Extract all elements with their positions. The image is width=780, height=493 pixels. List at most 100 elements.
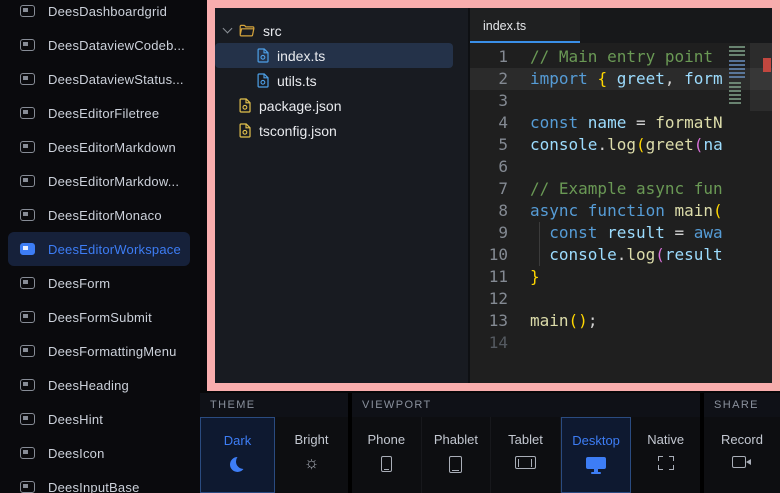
code-line: 5console.log(greet(na [470,134,772,156]
component-icon [20,209,35,221]
sidebar-item-deesformsubmit[interactable]: DeesFormSubmit [8,300,190,334]
sidebar-item-label: DeesEditorMarkdow... [48,174,179,189]
sidebar-item-deesdataviewstatus[interactable]: DeesDataviewStatus... [8,62,190,96]
file-tree: src index.ts utils.ts [215,8,470,383]
sidebar-item-label: DeesEditorFiletree [48,106,159,121]
sidebar-item-deeshint[interactable]: DeesHint [8,402,190,436]
viewport-native-button[interactable]: Native [631,417,700,493]
sidebar-item-label: DeesEditorMonaco [48,208,162,223]
sidebar-item-deeseditormonaco[interactable]: DeesEditorMonaco [8,198,190,232]
phablet-icon [449,456,462,473]
component-icon [20,379,35,391]
theme-dark-button[interactable]: Dark [200,417,275,493]
component-icon [20,311,35,323]
component-icon [20,345,35,357]
code-area[interactable]: 1// Main entry point 2import { greet, fo… [470,43,772,383]
component-icon [20,39,35,51]
sidebar-item-deeseditorworkspace[interactable]: DeesEditorWorkspace [8,232,190,266]
code-line: 11} [470,266,772,288]
component-icon [20,73,35,85]
phone-icon [381,456,392,472]
json-file-icon [239,98,251,113]
tab-index-ts[interactable]: index.ts [470,8,580,43]
tree-file-label: tsconfig.json [259,123,337,139]
component-icon [20,107,35,119]
sidebar-item-deesicon[interactable]: DeesIcon [8,436,190,470]
tab-label: index.ts [483,19,526,33]
app-root: DeesDashboardgrid DeesDataviewCodeb... D… [0,0,780,493]
json-file-icon [239,123,251,138]
scrollbar-thumb[interactable] [750,43,772,111]
sidebar-item-deeseditormarkdown[interactable]: DeesEditorMarkdown [8,130,190,164]
viewport-tablet-button[interactable]: Tablet [491,417,561,493]
viewport-phone-button[interactable]: Phone [352,417,422,493]
properties-toolbar: THEME Dark Bright ☼ VIEWPORT Phone [200,393,780,493]
sidebar-item-deeseditormarkdow2[interactable]: DeesEditorMarkdow... [8,164,190,198]
minimap-block [729,46,745,56]
overview-ruler-marker [763,58,771,72]
sidebar-item-label: DeesDashboardgrid [48,4,167,19]
sidebar-item-label: DeesIcon [48,446,105,461]
tree-file-utils-ts[interactable]: utils.ts [215,68,468,93]
code-line: 14 [470,332,772,354]
viewport-phablet-button[interactable]: Phablet [422,417,492,493]
sidebar-item-label: DeesDataviewCodeb... [48,38,185,53]
code-line: 10 console.log(result [470,244,772,266]
sidebar-item-deesheading[interactable]: DeesHeading [8,368,190,402]
tree-file-tsconfig-json[interactable]: tsconfig.json [215,118,468,143]
tree-file-label: utils.ts [277,73,317,89]
sidebar-item-label: DeesHeading [48,378,129,393]
viewport-section-title: VIEWPORT [352,393,700,417]
sidebar-item-label: DeesDataviewStatus... [48,72,184,87]
code-line: 8async function main( [470,200,772,222]
tree-file-label: index.ts [277,48,325,64]
theme-bright-button[interactable]: Bright ☼ [275,417,348,493]
sidebar-item-label: DeesInputBase [48,480,140,493]
viewport-desktop-button[interactable]: Desktop [561,417,632,493]
indent-guide [539,222,540,266]
code-line-current: 2import { greet, form [470,68,772,90]
sidebar-item-label: DeesForm [48,276,110,291]
sidebar-item-deesform[interactable]: DeesForm [8,266,190,300]
sidebar-item-label: DeesEditorMarkdown [48,140,176,155]
component-icon [20,141,35,153]
code-line: 1// Main entry point [470,46,772,68]
code-line: 3 [470,90,772,112]
ts-file-icon [257,48,269,63]
sidebar-item-label: DeesEditorWorkspace [48,242,181,257]
sidebar-item-deeseditorfiletree[interactable]: DeesEditorFiletree [8,96,190,130]
tablet-icon [515,456,536,469]
code-line: 12 [470,288,772,310]
tree-file-label: package.json [259,98,342,114]
code-editor: index.ts 1// Main entry point 2import { … [470,8,772,383]
code-line: 4const name = formatN [470,112,772,134]
tree-file-index-ts[interactable]: index.ts [215,43,453,68]
sidebar-item-deesdataviewcodeb[interactable]: DeesDataviewCodeb... [8,28,190,62]
theme-section: THEME Dark Bright ☼ [200,393,348,493]
component-icon [20,413,35,425]
component-icon [20,447,35,459]
viewport-section: VIEWPORT Phone Phablet Tablet Desktop [352,393,700,493]
code-line: 6 [470,156,772,178]
minimap[interactable] [729,46,746,108]
scrollbar[interactable] [750,43,772,383]
record-camera-icon [732,456,752,468]
sidebar-item-deesformattingmenu[interactable]: DeesFormattingMenu [8,334,190,368]
desktop-icon [586,457,606,474]
code-line: 13main(); [470,310,772,332]
code-line: 7// Example async fun [470,178,772,200]
folder-icon [239,24,255,37]
sidebar-item-label: DeesFormSubmit [48,310,152,325]
tree-file-package-json[interactable]: package.json [215,93,468,118]
code-line: 9 const result = awa [470,222,772,244]
share-record-button[interactable]: Record [704,417,780,493]
minimap-block [729,82,741,104]
preview-frame: src index.ts utils.ts [207,0,780,391]
component-icon [20,5,35,17]
component-icon [20,175,35,187]
sidebar-item-deesinputbase[interactable]: DeesInputBase [8,470,190,493]
sidebar-item-deesdashboardgrid[interactable]: DeesDashboardgrid [8,0,190,28]
component-sidebar: DeesDashboardgrid DeesDataviewCodeb... D… [0,0,200,493]
component-icon [20,277,35,289]
tree-folder-src[interactable]: src [215,18,468,43]
